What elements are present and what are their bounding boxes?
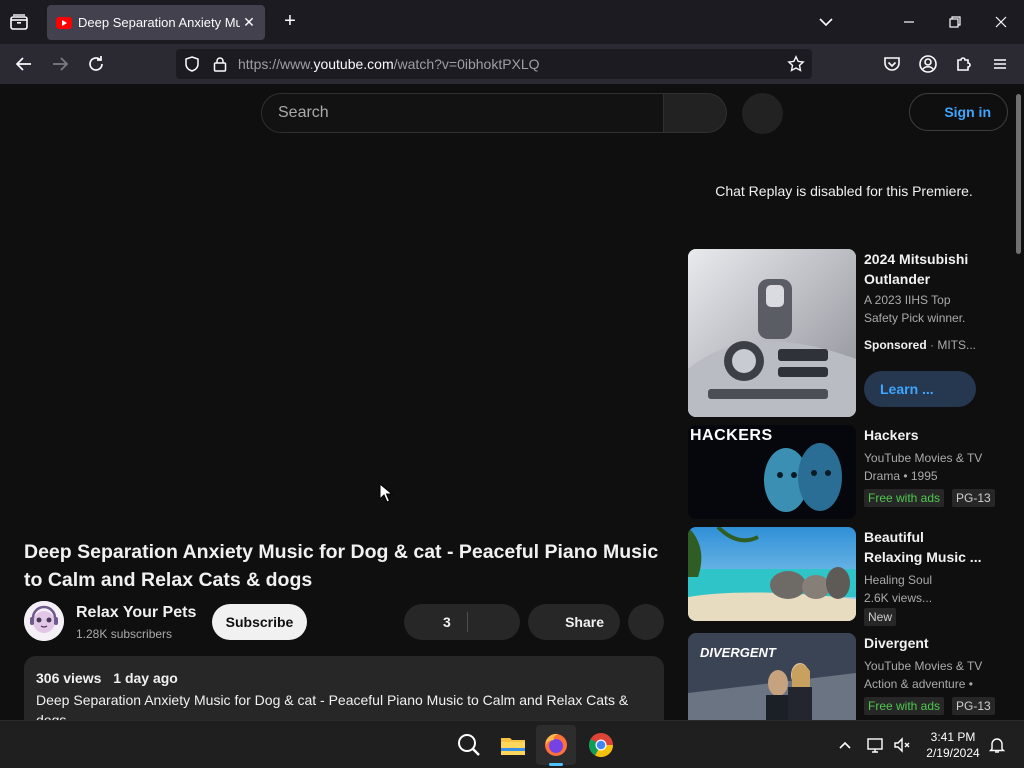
clock-date: 2/19/2024 — [926, 746, 980, 760]
back-arrow-icon[interactable] — [12, 52, 36, 76]
firefox-icon[interactable] — [542, 731, 570, 759]
address-bar[interactable]: https://www.youtube.com/watch?v=0ibhoktP… — [176, 49, 812, 79]
video-meta: 2.6K views... — [864, 591, 933, 605]
system-clock[interactable]: 3:41 PM 2/19/2024 — [920, 729, 986, 761]
mouse-cursor-icon — [379, 483, 393, 503]
ad-sponsor-line: Sponsored · MITS... — [864, 338, 977, 352]
subscriber-count: 1.28K subscribers — [76, 627, 173, 641]
sponsored-card[interactable]: 2024 Mitsubishi Outlander A 2023 IIHS To… — [688, 249, 1008, 417]
like-dislike-group: 3 — [404, 604, 520, 640]
volume-muted-icon[interactable] — [892, 735, 912, 755]
sponsored-label: Sponsored — [864, 338, 927, 352]
video-thumbnail[interactable] — [688, 527, 856, 621]
video-title: Deep Separation Anxiety Music for Dog & … — [24, 541, 659, 591]
browser-nav-bar: https://www.youtube.com/watch?v=0ibhoktP… — [0, 44, 1024, 84]
reload-icon[interactable] — [84, 52, 108, 76]
network-icon[interactable] — [866, 735, 886, 755]
notification-bell-icon[interactable] — [987, 735, 1007, 755]
shield-icon[interactable] — [183, 55, 201, 73]
search-box[interactable] — [261, 93, 664, 133]
restore-icon[interactable] — [943, 10, 967, 34]
search-icon[interactable] — [455, 731, 483, 759]
firefox-view-icon[interactable] — [8, 12, 30, 32]
youtube-favicon-icon — [56, 16, 72, 29]
more-actions-button[interactable] — [628, 604, 664, 640]
list-item[interactable]: HACKERS Hackers YouTube Movies & TV Dram… — [688, 425, 1008, 519]
description-box[interactable]: 306 views 1 day ago Deep Separation Anxi… — [24, 656, 664, 720]
ad-thumbnail[interactable] — [688, 249, 856, 417]
description-text: Deep Separation Anxiety Music for Dog & … — [36, 692, 629, 720]
chevron-down-icon[interactable] — [816, 12, 836, 32]
thumbnail-text: DIVERGENT — [700, 645, 776, 660]
video-channel: YouTube Movies & TV — [864, 659, 983, 673]
pocket-icon[interactable] — [880, 52, 904, 76]
browser-tab-strip: Deep Separation Anxiety Music for Dog & … — [0, 0, 1024, 44]
ad-title[interactable]: 2024 Mitsubishi Outlander — [864, 249, 984, 289]
sign-in-button[interactable]: Sign in — [909, 93, 1008, 131]
video-meta: Action & adventure • — [864, 677, 973, 691]
tab-title: Deep Separation Anxiety Music for Dog & … — [78, 15, 240, 30]
subscribe-button[interactable]: Subscribe — [212, 604, 307, 640]
video-player[interactable] — [24, 144, 664, 524]
video-title[interactable]: Hackers — [864, 425, 994, 445]
page-scrollbar[interactable] — [1016, 94, 1021, 254]
tab-close-icon[interactable]: ✕ — [241, 14, 257, 30]
screen: Deep Separation Anxiety Music for Dog & … — [0, 0, 1024, 768]
voice-search-button[interactable] — [742, 93, 783, 134]
close-window-icon[interactable] — [989, 10, 1013, 34]
video-channel: Healing Soul — [864, 573, 933, 587]
minimize-icon[interactable] — [897, 10, 921, 34]
rating-badge: PG-13 — [952, 697, 995, 715]
clock-time: 3:41 PM — [930, 730, 976, 744]
list-item[interactable]: DIVERGENT Divergent YouTube Movies & TV … — [688, 633, 1008, 720]
hamburger-menu-icon[interactable] — [988, 52, 1012, 76]
url-text[interactable]: https://www.youtube.com/watch?v=0ibhoktP… — [238, 56, 540, 72]
file-explorer-icon[interactable] — [499, 731, 527, 759]
video-title[interactable]: Divergent — [864, 633, 994, 653]
channel-name[interactable]: Relax Your Pets — [76, 604, 196, 622]
video-thumbnail[interactable]: DIVERGENT — [688, 633, 856, 720]
rating-badge: PG-13 — [952, 489, 995, 507]
search-button[interactable] — [663, 93, 727, 133]
new-tab-icon[interactable]: + — [280, 11, 300, 31]
tab-youtube[interactable]: Deep Separation Anxiety Music for Dog & … — [47, 5, 265, 40]
video-meta: Drama • 1995 — [864, 469, 938, 483]
chat-replay-message: Chat Replay is disabled for this Premier… — [715, 183, 973, 199]
forward-arrow-icon[interactable] — [48, 52, 72, 76]
video-channel: YouTube Movies & TV — [864, 451, 983, 465]
search-input[interactable] — [278, 104, 648, 122]
chrome-icon[interactable] — [587, 731, 615, 759]
video-title[interactable]: Beautiful Relaxing Music ... — [864, 527, 984, 567]
view-count: 306 views — [36, 670, 102, 686]
learn-more-button[interactable]: Learn ... — [864, 371, 976, 407]
upload-age: 1 day ago — [113, 670, 178, 686]
free-with-ads-badge: Free with ads — [864, 697, 945, 715]
chevron-up-icon[interactable] — [835, 735, 855, 755]
thumbnail-text: HACKERS — [690, 427, 773, 444]
bookmark-star-icon[interactable] — [787, 55, 805, 73]
video-meta: 306 views 1 day ago — [36, 670, 652, 686]
share-button[interactable]: Share — [528, 604, 620, 640]
list-item[interactable]: Beautiful Relaxing Music ... Healing Sou… — [688, 527, 1008, 626]
account-icon[interactable] — [916, 52, 940, 76]
windows-taskbar: 3:41 PM 2/19/2024 — [0, 720, 1024, 768]
like-divider — [467, 612, 468, 632]
new-badge: New — [864, 608, 897, 626]
ad-description: A 2023 IIHS Top Safety Pick winner. — [864, 293, 966, 325]
video-thumbnail[interactable]: HACKERS — [688, 425, 856, 519]
free-with-ads-badge: Free with ads — [864, 489, 945, 507]
active-app-indicator — [549, 763, 563, 766]
advertiser-name: MITS... — [937, 338, 977, 352]
like-button[interactable]: 3 — [443, 614, 451, 630]
extensions-icon[interactable] — [952, 52, 976, 76]
youtube-page: Sign in Chat Replay is disabled for this… — [0, 84, 1024, 720]
channel-avatar[interactable] — [24, 601, 64, 641]
lock-icon[interactable] — [211, 55, 229, 73]
